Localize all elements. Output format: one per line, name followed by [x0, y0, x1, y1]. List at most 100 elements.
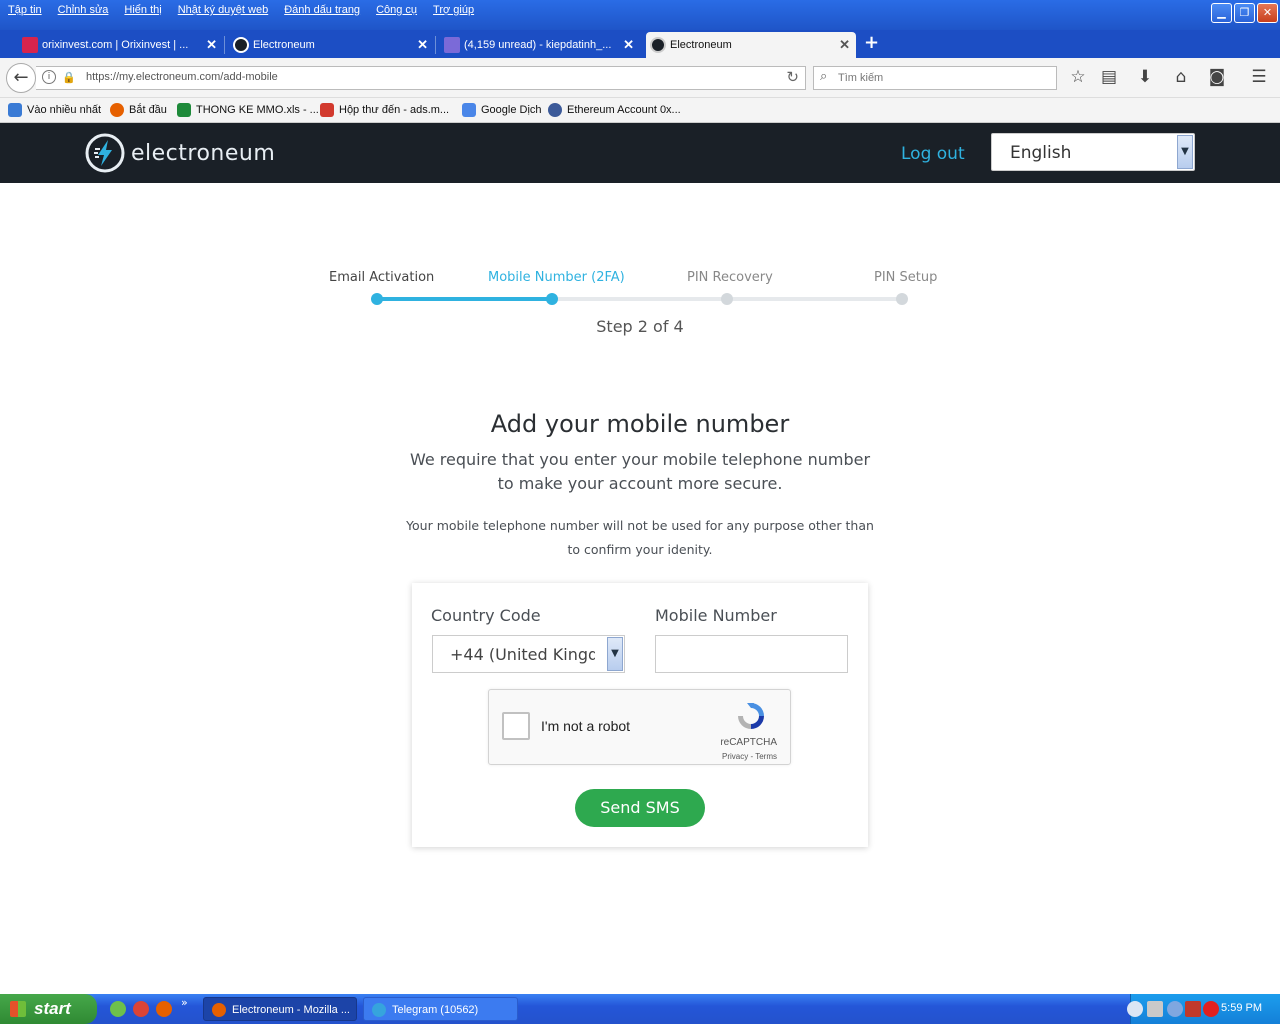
taskbar-item-telegram[interactable]: Telegram (10562): [363, 997, 518, 1021]
search-placeholder: Tìm kiếm: [838, 72, 884, 84]
recaptcha-links[interactable]: Privacy - Terms: [722, 752, 777, 761]
menu-edit[interactable]: Chỉnh sửa: [58, 4, 109, 16]
volume-icon[interactable]: [1167, 1001, 1183, 1017]
browser-menu-bar: Tập tin Chỉnh sửa Hiển thị Nhật ký duyệt…: [0, 0, 1280, 30]
mobile-number-label: Mobile Number: [655, 606, 777, 625]
language-value: English: [1010, 143, 1072, 163]
tab-strip: orixinvest.com | Orixinvest | ... ✕ Elec…: [0, 30, 1280, 58]
menu-file[interactable]: Tập tin: [8, 4, 42, 16]
step-dot-3: [721, 293, 733, 305]
mobile-form-card: Country Code Mobile Number +44 (United K…: [412, 583, 868, 847]
mobile-number-input[interactable]: [655, 635, 848, 673]
hamburger-menu-icon[interactable]: ☰: [1248, 66, 1270, 88]
mail-favicon-icon: [444, 37, 460, 53]
clock: 5:59 PM: [1221, 1002, 1262, 1014]
chevron-down-icon[interactable]: ▼: [1177, 135, 1193, 169]
recaptcha-widget: I'm not a robot reCAPTCHA Privacy - Term…: [488, 689, 791, 765]
new-tab-icon[interactable]: +: [864, 32, 879, 53]
step-email-activation: Email Activation: [329, 270, 435, 285]
start-button[interactable]: start: [0, 994, 97, 1024]
reading-list-icon[interactable]: ▤: [1098, 66, 1120, 88]
logout-link[interactable]: Log out: [901, 144, 965, 164]
tab-electroneum-active[interactable]: Electroneum ✕: [646, 32, 856, 58]
close-tab-icon[interactable]: ✕: [417, 37, 428, 53]
firefox-icon[interactable]: [156, 1001, 172, 1017]
more-icon[interactable]: »: [181, 996, 188, 1009]
network-icon[interactable]: [1147, 1001, 1163, 1017]
site-header: electroneum Log out English ▼: [0, 123, 1280, 183]
windows-logo-icon: [10, 1001, 26, 1017]
tab-electroneum-1[interactable]: Electroneum ✕: [229, 32, 436, 58]
info-icon[interactable]: i: [42, 70, 56, 84]
bookmark-label: Bắt đầu: [129, 104, 167, 116]
menu-tools[interactable]: Công cụ: [376, 4, 417, 16]
browser-search-input[interactable]: ⌕ Tìm kiếm: [813, 66, 1057, 90]
close-window-button[interactable]: ✕: [1257, 3, 1278, 23]
minimize-button[interactable]: ▁: [1211, 3, 1232, 23]
electroneum-logo-icon: [85, 133, 125, 173]
home-icon[interactable]: ⌂: [1170, 66, 1192, 88]
chrome-icon[interactable]: [133, 1001, 149, 1017]
navigation-bar: ← i 🔒 https://my.electroneum.com/add-mob…: [0, 58, 1280, 98]
bookmark-ethereum[interactable]: Ethereum Account 0x...: [548, 103, 681, 117]
bookmark-most-visited[interactable]: Vào nhiều nhất: [8, 103, 101, 117]
reload-icon[interactable]: ↻: [786, 68, 799, 86]
tab-mail[interactable]: (4,159 unread) - kiepdatinh_... ✕: [440, 32, 640, 58]
step-mobile-number: Mobile Number (2FA): [488, 270, 625, 285]
bookmark-label: Google Dịch: [481, 104, 542, 116]
bookmark-getting-started[interactable]: Bắt đầu: [110, 103, 167, 117]
tray-expand-icon[interactable]: [1127, 1001, 1143, 1017]
bookmark-gmail[interactable]: Hộp thư đến - ads.m...: [320, 103, 449, 117]
language-select[interactable]: English ▼: [991, 133, 1195, 171]
step-pin-setup: PIN Setup: [874, 270, 938, 285]
recaptcha-brand: reCAPTCHA: [720, 737, 777, 748]
firefox-icon: [110, 103, 124, 117]
menu-view[interactable]: Hiển thị: [124, 4, 161, 16]
antivirus-icon[interactable]: [1185, 1001, 1201, 1017]
close-tab-icon[interactable]: ✕: [839, 37, 850, 53]
electroneum-favicon-icon: [650, 37, 666, 53]
bookmark-label: Ethereum Account 0x...: [567, 104, 681, 116]
stepper-progress: [377, 297, 553, 301]
menu-bookmarks[interactable]: Đánh dấu trang: [284, 4, 360, 16]
menu-history[interactable]: Nhật ký duyệt web: [178, 4, 269, 16]
recaptcha-checkbox[interactable]: [502, 712, 530, 740]
bookmark-star-icon[interactable]: ☆: [1067, 66, 1089, 88]
privacy-note: Your mobile telephone number will not be…: [406, 518, 874, 557]
bookmark-label: THONG KE MMO.xls - ...: [196, 104, 319, 116]
chevron-down-icon[interactable]: ▼: [607, 637, 623, 671]
recaptcha-icon: [738, 703, 764, 729]
electroneum-logo[interactable]: electroneum: [85, 133, 275, 173]
maximize-button[interactable]: ❐: [1234, 3, 1255, 23]
taskbar-item-firefox[interactable]: Electroneum - Mozilla ...: [203, 997, 357, 1021]
step-counter: Step 2 of 4: [596, 317, 684, 336]
tab-orixinvest[interactable]: orixinvest.com | Orixinvest | ... ✕: [18, 32, 225, 58]
tab-divider: [224, 36, 225, 54]
tab-label: Electroneum: [253, 39, 315, 51]
address-bar[interactable]: i 🔒 https://my.electroneum.com/add-mobil…: [36, 66, 806, 90]
country-code-select[interactable]: +44 (United Kingdom) ▼: [432, 635, 625, 673]
bookmark-google-translate[interactable]: Google Dịch: [462, 103, 542, 117]
download-icon[interactable]: ⬇: [1134, 66, 1156, 88]
close-tab-icon[interactable]: ✕: [623, 37, 634, 53]
country-code-value: +44 (United Kingdom): [450, 645, 595, 664]
orixinvest-favicon-icon: [22, 37, 38, 53]
bookmark-spreadsheet[interactable]: THONG KE MMO.xls - ...: [177, 103, 319, 117]
close-tab-icon[interactable]: ✕: [206, 37, 217, 53]
spreadsheet-icon: [177, 103, 191, 117]
tab-divider: [435, 36, 436, 54]
electroneum-favicon-icon: [233, 37, 249, 53]
send-sms-button[interactable]: Send SMS: [575, 789, 705, 827]
page-title: Add your mobile number: [490, 410, 790, 438]
telegram-icon: [372, 1003, 386, 1017]
url-text: https://my.electroneum.com/add-mobile: [86, 71, 278, 83]
gmail-icon: [320, 103, 334, 117]
step-dot-2: [546, 293, 558, 305]
menu-help[interactable]: Trợ giúp: [433, 4, 474, 16]
firefox-icon: [212, 1003, 226, 1017]
back-arrow-icon[interactable]: ←: [6, 63, 36, 93]
pocket-icon[interactable]: ◙: [1206, 66, 1228, 88]
quicklaunch-icon[interactable]: [110, 1001, 126, 1017]
taskbar-item-label: Electroneum - Mozilla ...: [232, 1004, 350, 1016]
security-alert-icon[interactable]: [1203, 1001, 1219, 1017]
